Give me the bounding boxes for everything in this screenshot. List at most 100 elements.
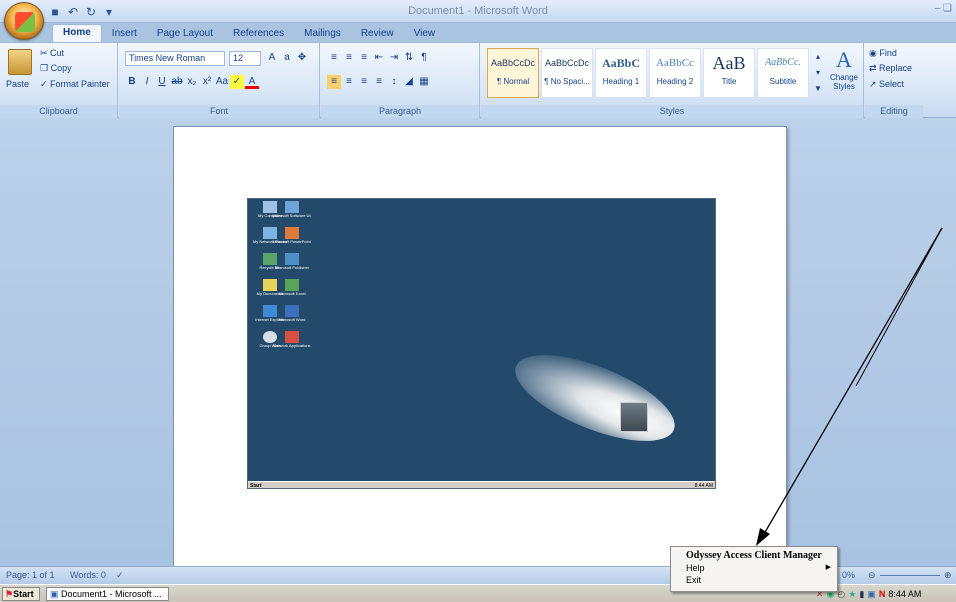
font-color-icon[interactable]: A bbox=[245, 75, 259, 89]
zoom-level[interactable]: 0% bbox=[842, 567, 855, 584]
shading-icon[interactable]: ◢ bbox=[402, 75, 416, 89]
office-logo-icon bbox=[15, 12, 35, 32]
underline-icon[interactable]: U bbox=[155, 75, 169, 89]
desktop-icon-software-ut: Microsoft Software Ut. bbox=[270, 201, 314, 218]
scissors-icon: ✂ bbox=[40, 48, 51, 58]
menu-item-exit[interactable]: Exit bbox=[671, 574, 837, 586]
menu-item-odyssey-manager[interactable]: Odyssey Access Client Manager bbox=[671, 550, 837, 562]
ribbon-tabs: Home Insert Page Layout References Maili… bbox=[52, 23, 445, 43]
clipboard-group-label: Clipboard bbox=[0, 105, 117, 118]
software-icon bbox=[285, 201, 299, 213]
styles-scroll[interactable]: ▴ ▾ ▼ bbox=[813, 49, 823, 97]
window-title: Document1 - Microsoft Word bbox=[408, 5, 548, 17]
bold-icon[interactable]: B bbox=[125, 75, 139, 89]
paste-button[interactable]: Paste bbox=[6, 79, 29, 89]
align-center-icon[interactable]: ≡ bbox=[342, 75, 356, 89]
cursor-icon: ↗ bbox=[869, 79, 880, 89]
clock-tray-icon[interactable]: ◴ bbox=[837, 587, 845, 602]
copy-button[interactable]: ❐ Copy bbox=[40, 63, 72, 74]
font-size-select[interactable]: 12 bbox=[229, 51, 261, 66]
decrease-indent-icon[interactable]: ⇤ bbox=[372, 51, 386, 65]
paste-icon[interactable] bbox=[8, 49, 32, 75]
tab-review[interactable]: Review bbox=[351, 26, 404, 43]
zoom-out-icon[interactable]: ⊖ bbox=[868, 567, 876, 584]
styles-group: AaBbCcDc ¶ Normal AaBbCcDc ¶ No Spaci... A… bbox=[481, 43, 864, 118]
replace-button[interactable]: ⇄ Replace bbox=[869, 63, 912, 74]
style-normal[interactable]: AaBbCcDc ¶ Normal bbox=[487, 48, 539, 98]
font-format-buttons: B I Uab x₂ x² Aa ✓ A bbox=[125, 75, 260, 89]
publisher-icon bbox=[285, 253, 299, 265]
highlight-icon[interactable]: ✓ bbox=[230, 75, 244, 89]
word-count[interactable]: Words: 0 bbox=[70, 567, 106, 584]
style-heading-2[interactable]: AaBbCc Heading 2 bbox=[649, 48, 701, 98]
change-case-icon[interactable]: Aa bbox=[215, 75, 229, 89]
style-heading-2-sample: AaBbCc bbox=[656, 57, 694, 69]
replace-icon: ⇄ bbox=[869, 63, 880, 73]
taskbar-item-label: Document1 - Microsoft ... bbox=[61, 589, 162, 599]
menu-item-help[interactable]: Help ▶ bbox=[671, 562, 837, 574]
replace-label: Replace bbox=[879, 63, 913, 73]
scroll-down-icon[interactable]: ▾ bbox=[816, 68, 820, 77]
align-right-icon[interactable]: ≡ bbox=[357, 75, 371, 89]
submenu-arrow-icon: ▶ bbox=[825, 564, 831, 571]
format-painter-label: Format Painter bbox=[50, 79, 110, 89]
multilevel-list-icon[interactable]: ≡ bbox=[357, 51, 371, 65]
clipboard-group: Paste ✂ Cut ❐ Copy ✓ Format Painter Clip… bbox=[0, 43, 118, 118]
more-styles-icon[interactable]: ▼ bbox=[814, 84, 822, 93]
increase-indent-icon[interactable]: ⇥ bbox=[387, 51, 401, 65]
italic-icon[interactable]: I bbox=[140, 75, 154, 89]
shrink-font-icon[interactable]: a bbox=[280, 51, 294, 65]
tab-insert[interactable]: Insert bbox=[102, 26, 147, 43]
tab-view[interactable]: View bbox=[404, 26, 446, 43]
superscript-icon[interactable]: x² bbox=[200, 75, 214, 89]
taskbar-item-word[interactable]: ▣ Document1 - Microsoft ... bbox=[46, 587, 169, 601]
window-controls[interactable]: – ❑ bbox=[935, 3, 952, 14]
clock-time[interactable]: 8:44 AM bbox=[888, 587, 921, 602]
style-subtitle[interactable]: AaBbCc. Subtitle bbox=[757, 48, 809, 98]
network-applications-icon bbox=[285, 331, 299, 343]
bullets-icon[interactable]: ≡ bbox=[327, 51, 341, 65]
zoom-in-icon[interactable]: ⊕ bbox=[944, 567, 952, 584]
paragraph-group-label: Paragraph bbox=[321, 105, 479, 118]
zoom-slider[interactable] bbox=[880, 575, 940, 576]
tab-references[interactable]: References bbox=[223, 26, 294, 43]
style-heading-2-name: Heading 2 bbox=[656, 77, 694, 86]
monitor-tray-icon[interactable]: ▣ bbox=[867, 587, 876, 602]
norton-tray-icon[interactable]: N bbox=[879, 587, 886, 602]
line-spacing-icon[interactable]: ↕ bbox=[387, 75, 401, 89]
format-painter-button[interactable]: ✓ Format Painter bbox=[40, 79, 110, 90]
justify-icon[interactable]: ≡ bbox=[372, 75, 386, 89]
select-button[interactable]: ↗ Select bbox=[869, 79, 904, 90]
change-styles-icon: A bbox=[836, 47, 852, 72]
style-title[interactable]: AaB Title bbox=[703, 48, 755, 98]
binoculars-icon: ◉ bbox=[869, 48, 880, 58]
clear-format-icon[interactable]: ✥ bbox=[295, 51, 309, 65]
proofing-icon[interactable]: ✓ bbox=[116, 567, 124, 584]
excel-icon bbox=[285, 279, 299, 291]
office-button[interactable] bbox=[4, 2, 44, 40]
style-heading-1[interactable]: AaBbC Heading 1 bbox=[595, 48, 647, 98]
style-no-spacing[interactable]: AaBbCcDc ¶ No Spaci... bbox=[541, 48, 593, 98]
pilcrow-icon[interactable]: ¶ bbox=[417, 51, 431, 65]
tab-page-layout[interactable]: Page Layout bbox=[147, 26, 223, 43]
strikethrough-icon[interactable]: ab bbox=[170, 75, 184, 89]
borders-icon[interactable]: ▦ bbox=[417, 75, 431, 89]
tab-mailings[interactable]: Mailings bbox=[294, 26, 351, 43]
change-styles-button[interactable]: A Change Styles bbox=[827, 47, 861, 91]
find-button[interactable]: ◉ Find bbox=[869, 48, 897, 59]
desktop-icon-label: Microsoft Excel bbox=[278, 291, 306, 296]
cut-button[interactable]: ✂ Cut bbox=[40, 48, 64, 59]
tab-home[interactable]: Home bbox=[52, 24, 102, 43]
page-count[interactable]: Page: 1 of 1 bbox=[6, 567, 55, 584]
numbering-icon[interactable]: ≡ bbox=[342, 51, 356, 65]
start-button[interactable]: ⚑Start bbox=[2, 587, 40, 601]
font-name-select[interactable]: Times New Roman bbox=[125, 51, 225, 66]
word-doc-icon: ▣ bbox=[50, 589, 62, 599]
grow-font-icon[interactable]: A bbox=[265, 51, 279, 65]
subscript-icon[interactable]: x₂ bbox=[185, 75, 199, 89]
sort-icon[interactable]: ⇅ bbox=[402, 51, 416, 65]
security-tray-icon[interactable]: ★ bbox=[848, 587, 856, 602]
scroll-up-icon[interactable]: ▴ bbox=[816, 52, 820, 61]
align-left-icon[interactable]: ≡ bbox=[327, 75, 341, 89]
shield-tray-icon[interactable]: ▮ bbox=[859, 587, 864, 602]
